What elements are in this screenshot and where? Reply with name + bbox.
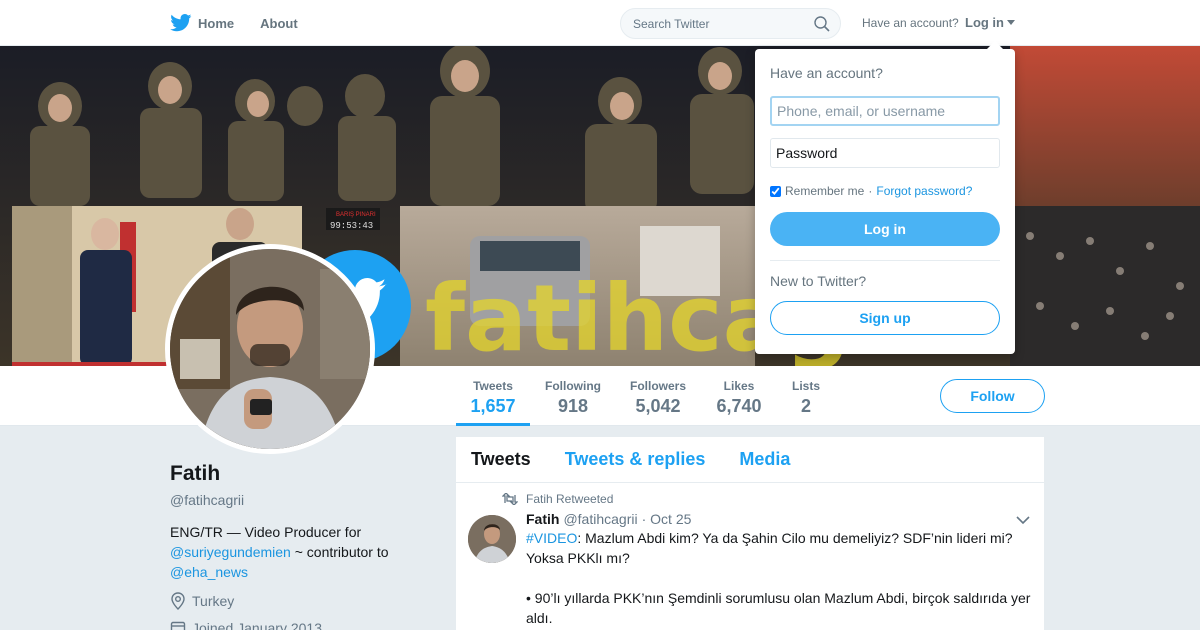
search-input[interactable] [633,16,803,31]
tweet-paragraph-1: #VIDEO: Mazlum Abdi kim? Ya da Şahin Cil… [526,528,1031,568]
tweet-avatar-photo [468,515,516,563]
forgot-password-link[interactable]: Forgot password? [876,184,972,198]
profile-location: Turkey [170,592,430,610]
bio-text-prefix: ENG/TR — Video Producer for [170,524,362,540]
stat-likes-label: Likes [723,379,755,393]
tweet-hashtag[interactable]: #VIDEO [526,530,577,546]
dropdown-divider [770,260,1000,261]
profile-avatar[interactable] [165,244,375,454]
username-field[interactable] [770,96,1000,126]
banner-clock-text: 99:53:43 [330,221,373,231]
profile-bio: ENG/TR — Video Producer for @suriyegunde… [170,522,430,582]
tab-tweets-and-replies[interactable]: Tweets & replies [565,449,706,470]
tweet-avatar[interactable] [468,515,516,563]
caret-down-icon [1007,20,1015,25]
nav-left: Home About [170,0,324,46]
profile-handle[interactable]: @fatihcagrii [170,492,430,508]
tweet-line-2: • 90’lı yıllarda PKK’nın Şemdinli soruml… [526,590,1031,626]
avatar-photo [170,249,370,449]
stat-tweets-value: 1,657 [470,396,516,416]
profile-sidebar: Fatih @fatihcagrii ENG/TR — Video Produc… [170,462,430,630]
stat-followers[interactable]: Followers 5,042 [626,379,690,417]
bio-link-eha-news[interactable]: @eha_news [170,564,248,580]
chevron-down-icon[interactable] [1016,515,1030,525]
location-pin-icon [171,592,185,610]
remember-me-checkbox[interactable] [770,185,781,197]
retweet-icon [502,493,518,505]
tweet-line-1: : Mazlum Abdi kim? Ya da Şahin Cilo mu d… [526,530,1013,566]
calendar-icon [170,621,186,630]
login-dropdown: Have an account? Remember me · Forgot pa… [755,41,1015,354]
joined-text: Joined January 2013 [192,620,322,630]
stat-followers-value: 5,042 [635,396,681,416]
remember-me-row: Remember me · Forgot password? [770,184,1000,198]
twitter-bird-icon [170,14,192,32]
retweet-context: Fatih Retweeted [502,491,1029,507]
tweet-timestamp[interactable]: · Oct 25 [642,511,692,527]
timeline: Tweets Tweets & replies Media Fatih Retw… [456,437,1044,630]
stat-lists[interactable]: Lists 2 [786,379,826,417]
search-icon[interactable] [814,16,830,32]
login-dropdown-toggle[interactable]: Log in [965,15,1015,30]
nav-about-link[interactable]: About [260,16,298,31]
password-field[interactable] [770,138,1000,168]
top-navigation-bar: Home About Have an account? Log in [0,0,1200,46]
tweet-text: #VIDEO: Mazlum Abdi kim? Ya da Şahin Cil… [526,528,1031,628]
dropdown-title: Have an account? [770,65,883,81]
nav-home-label: Home [198,15,235,31]
active-stat-indicator [456,423,530,426]
stat-followers-label: Followers [629,379,686,393]
search-box[interactable] [620,8,841,39]
tab-media[interactable]: Media [739,449,790,470]
tweet-item[interactable]: Fatih Retweeted Fatih @fatihcagrii · Oct… [456,483,1044,628]
stat-following-label: Following [545,379,601,393]
login-toggle-label: Log in [965,15,1004,30]
profile-joined-date: Joined January 2013 [170,620,430,630]
tweet-paragraph-2: • 90’lı yıllarda PKK’nın Şemdinli soruml… [526,588,1031,628]
new-to-twitter-text: New to Twitter? [770,273,867,289]
stat-likes[interactable]: Likes 6,740 [712,379,766,417]
tweet-header: Fatih @fatihcagrii · Oct 25 [526,511,1029,527]
banner-sign-text: BARIŞ PINARI [336,212,376,218]
bio-text-middle: ~ contributor to [294,544,389,560]
stat-lists-value: 2 [800,396,811,416]
stat-likes-value: 6,740 [716,396,762,416]
nav-home-link[interactable]: Home [170,14,234,32]
retweet-note[interactable]: Fatih Retweeted [526,492,613,506]
stat-following[interactable]: Following 918 [540,379,606,417]
follow-button[interactable]: Follow [940,379,1045,413]
tab-tweets[interactable]: Tweets [471,449,531,470]
stat-tweets-label: Tweets [473,379,513,393]
tweet-author-handle[interactable]: @fatihcagrii [563,511,637,527]
profile-name[interactable]: Fatih [170,462,430,486]
login-submit-button[interactable]: Log in [770,212,1000,246]
timeline-tabs: Tweets Tweets & replies Media [456,437,1044,483]
have-account-text: Have an account? [862,16,959,30]
stat-following-value: 918 [557,396,589,416]
stat-tweets[interactable]: Tweets 1,657 [456,379,530,417]
location-text: Turkey [192,593,235,609]
stat-lists-label: Lists [791,379,820,393]
remember-me-label[interactable]: Remember me [785,184,864,198]
separator-dot: · [868,184,873,198]
signup-button[interactable]: Sign up [770,301,1000,335]
tweet-author-name[interactable]: Fatih [526,511,559,527]
bio-link-suriyegundemien[interactable]: @suriyegundemien [170,544,291,560]
